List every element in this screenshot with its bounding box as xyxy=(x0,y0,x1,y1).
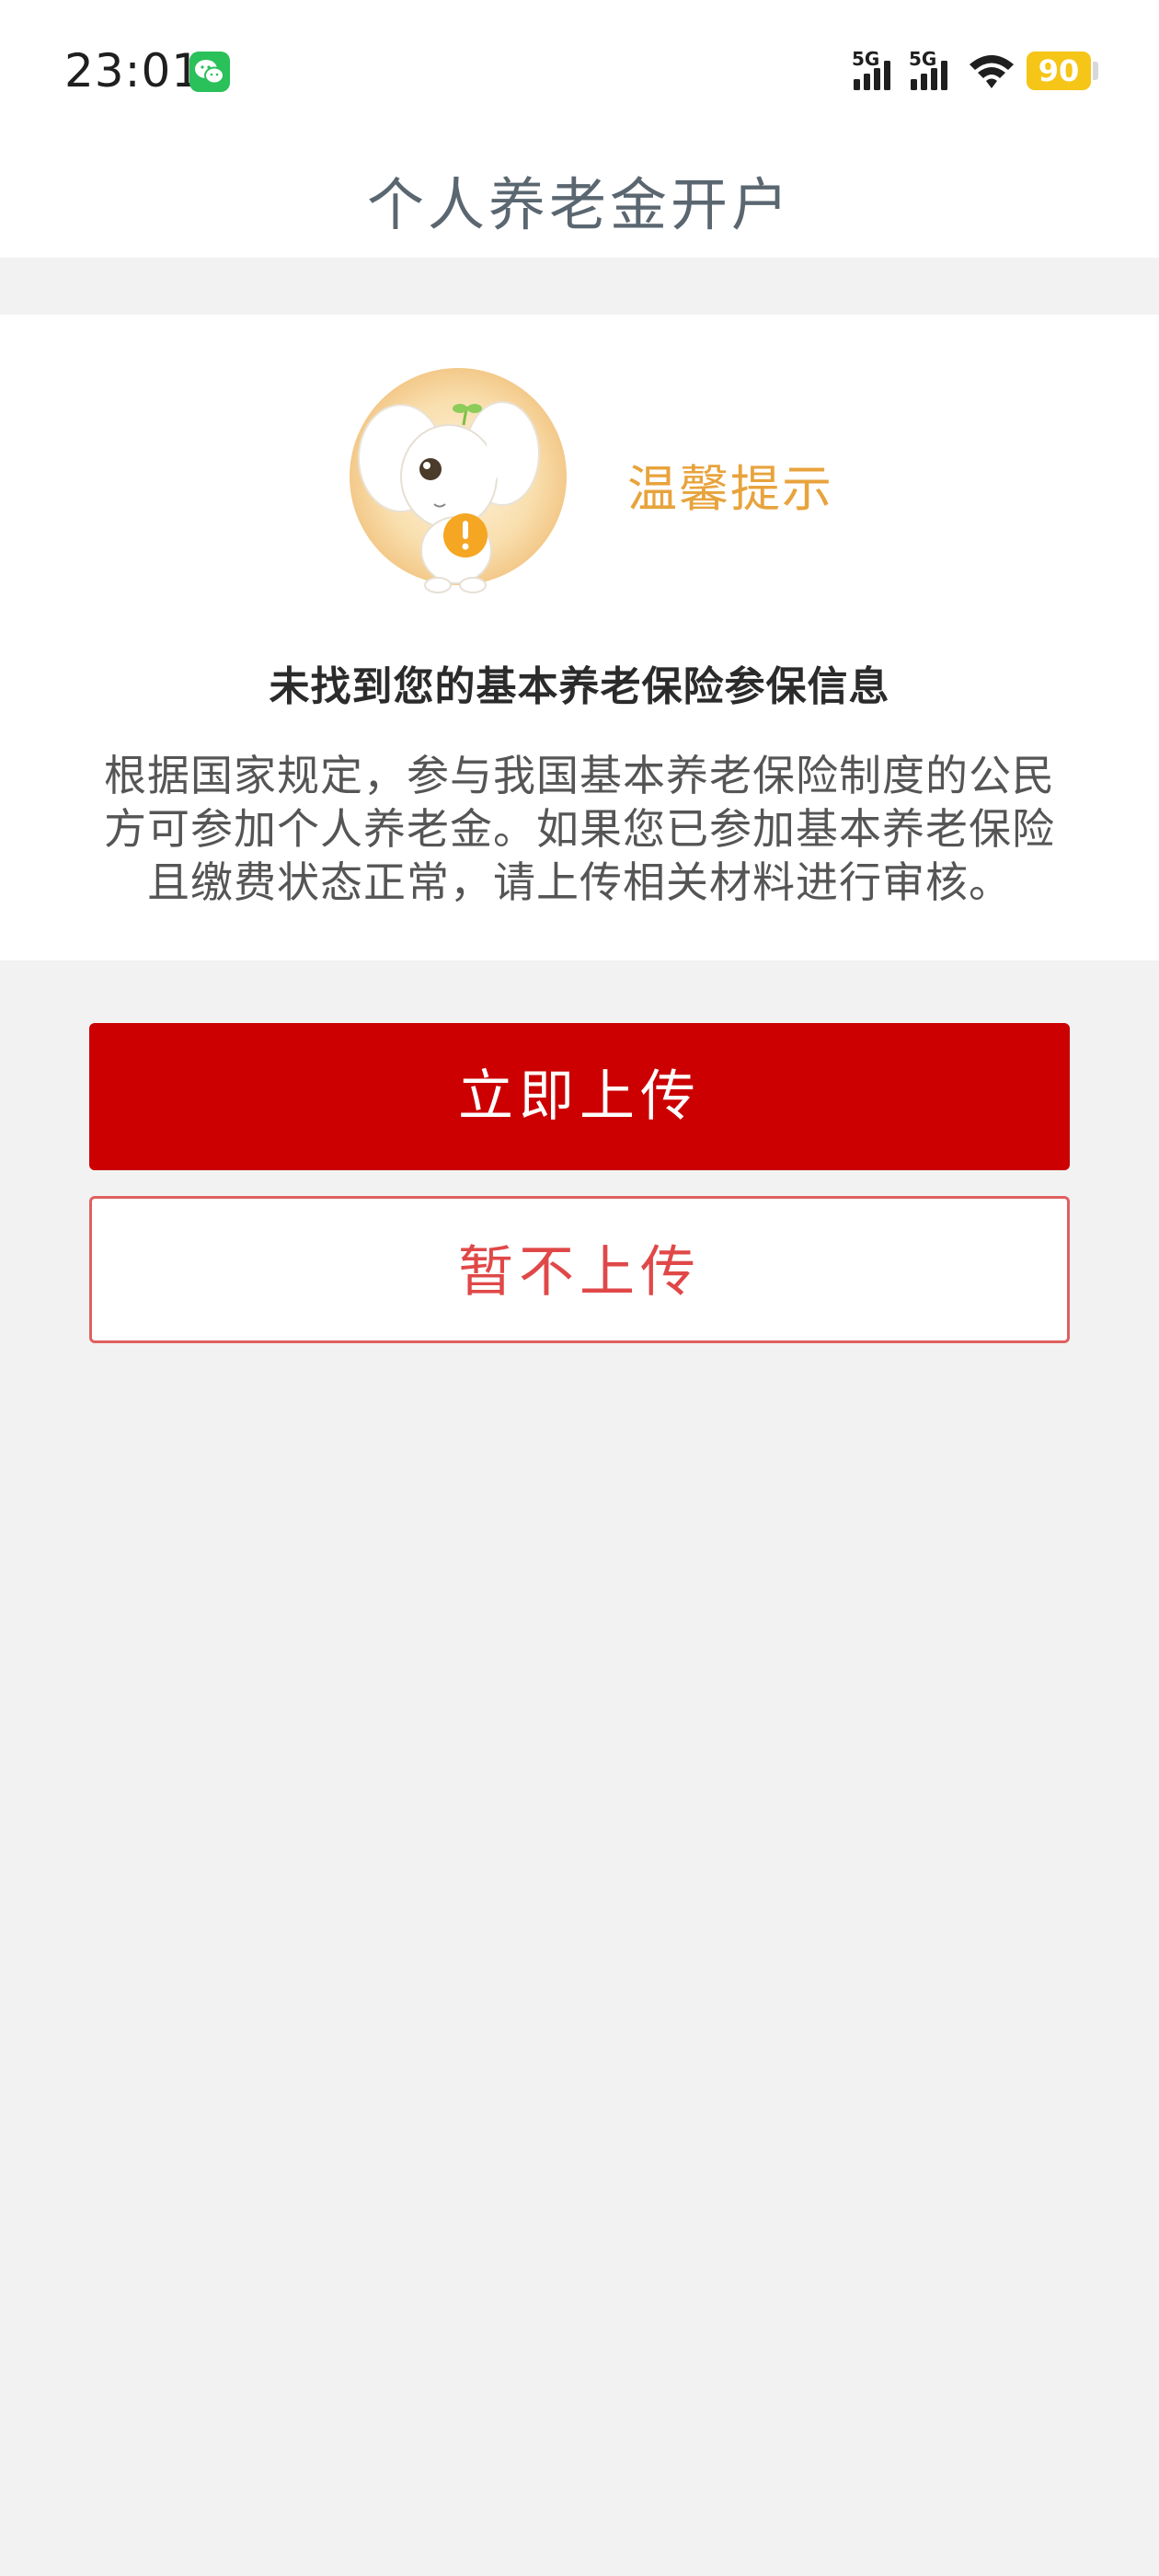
notice-body: 根据国家规定，参与我国基本养老保险制度的公民方可参加个人养老金。如果您已参加基本… xyxy=(104,751,1055,907)
upload-now-button[interactable]: 立即上传 xyxy=(89,1023,1070,1170)
page-title: 个人养老金开户 xyxy=(366,171,792,238)
not-now-button[interactable]: 暂不上传 xyxy=(89,1196,1070,1343)
elephant-mascot-icon xyxy=(346,366,570,596)
tip-label: 温馨提示 xyxy=(627,460,833,518)
status-time: 23:01 xyxy=(64,44,202,98)
status-bar: 23:01 5G 5G 90 xyxy=(0,0,1159,138)
battery-indicator: 90 xyxy=(1027,52,1091,90)
notice-card: 温馨提示 未找到您的基本养老保险参保信息 根据国家规定，参与我国基本养老保险制度… xyxy=(0,315,1159,960)
battery-tip xyxy=(1093,62,1098,80)
notice-title: 未找到您的基本养老保险参保信息 xyxy=(269,663,890,710)
wechat-icon xyxy=(189,52,230,92)
wifi-icon xyxy=(968,52,1016,96)
page-header: 个人养老金开户 xyxy=(0,138,1159,258)
